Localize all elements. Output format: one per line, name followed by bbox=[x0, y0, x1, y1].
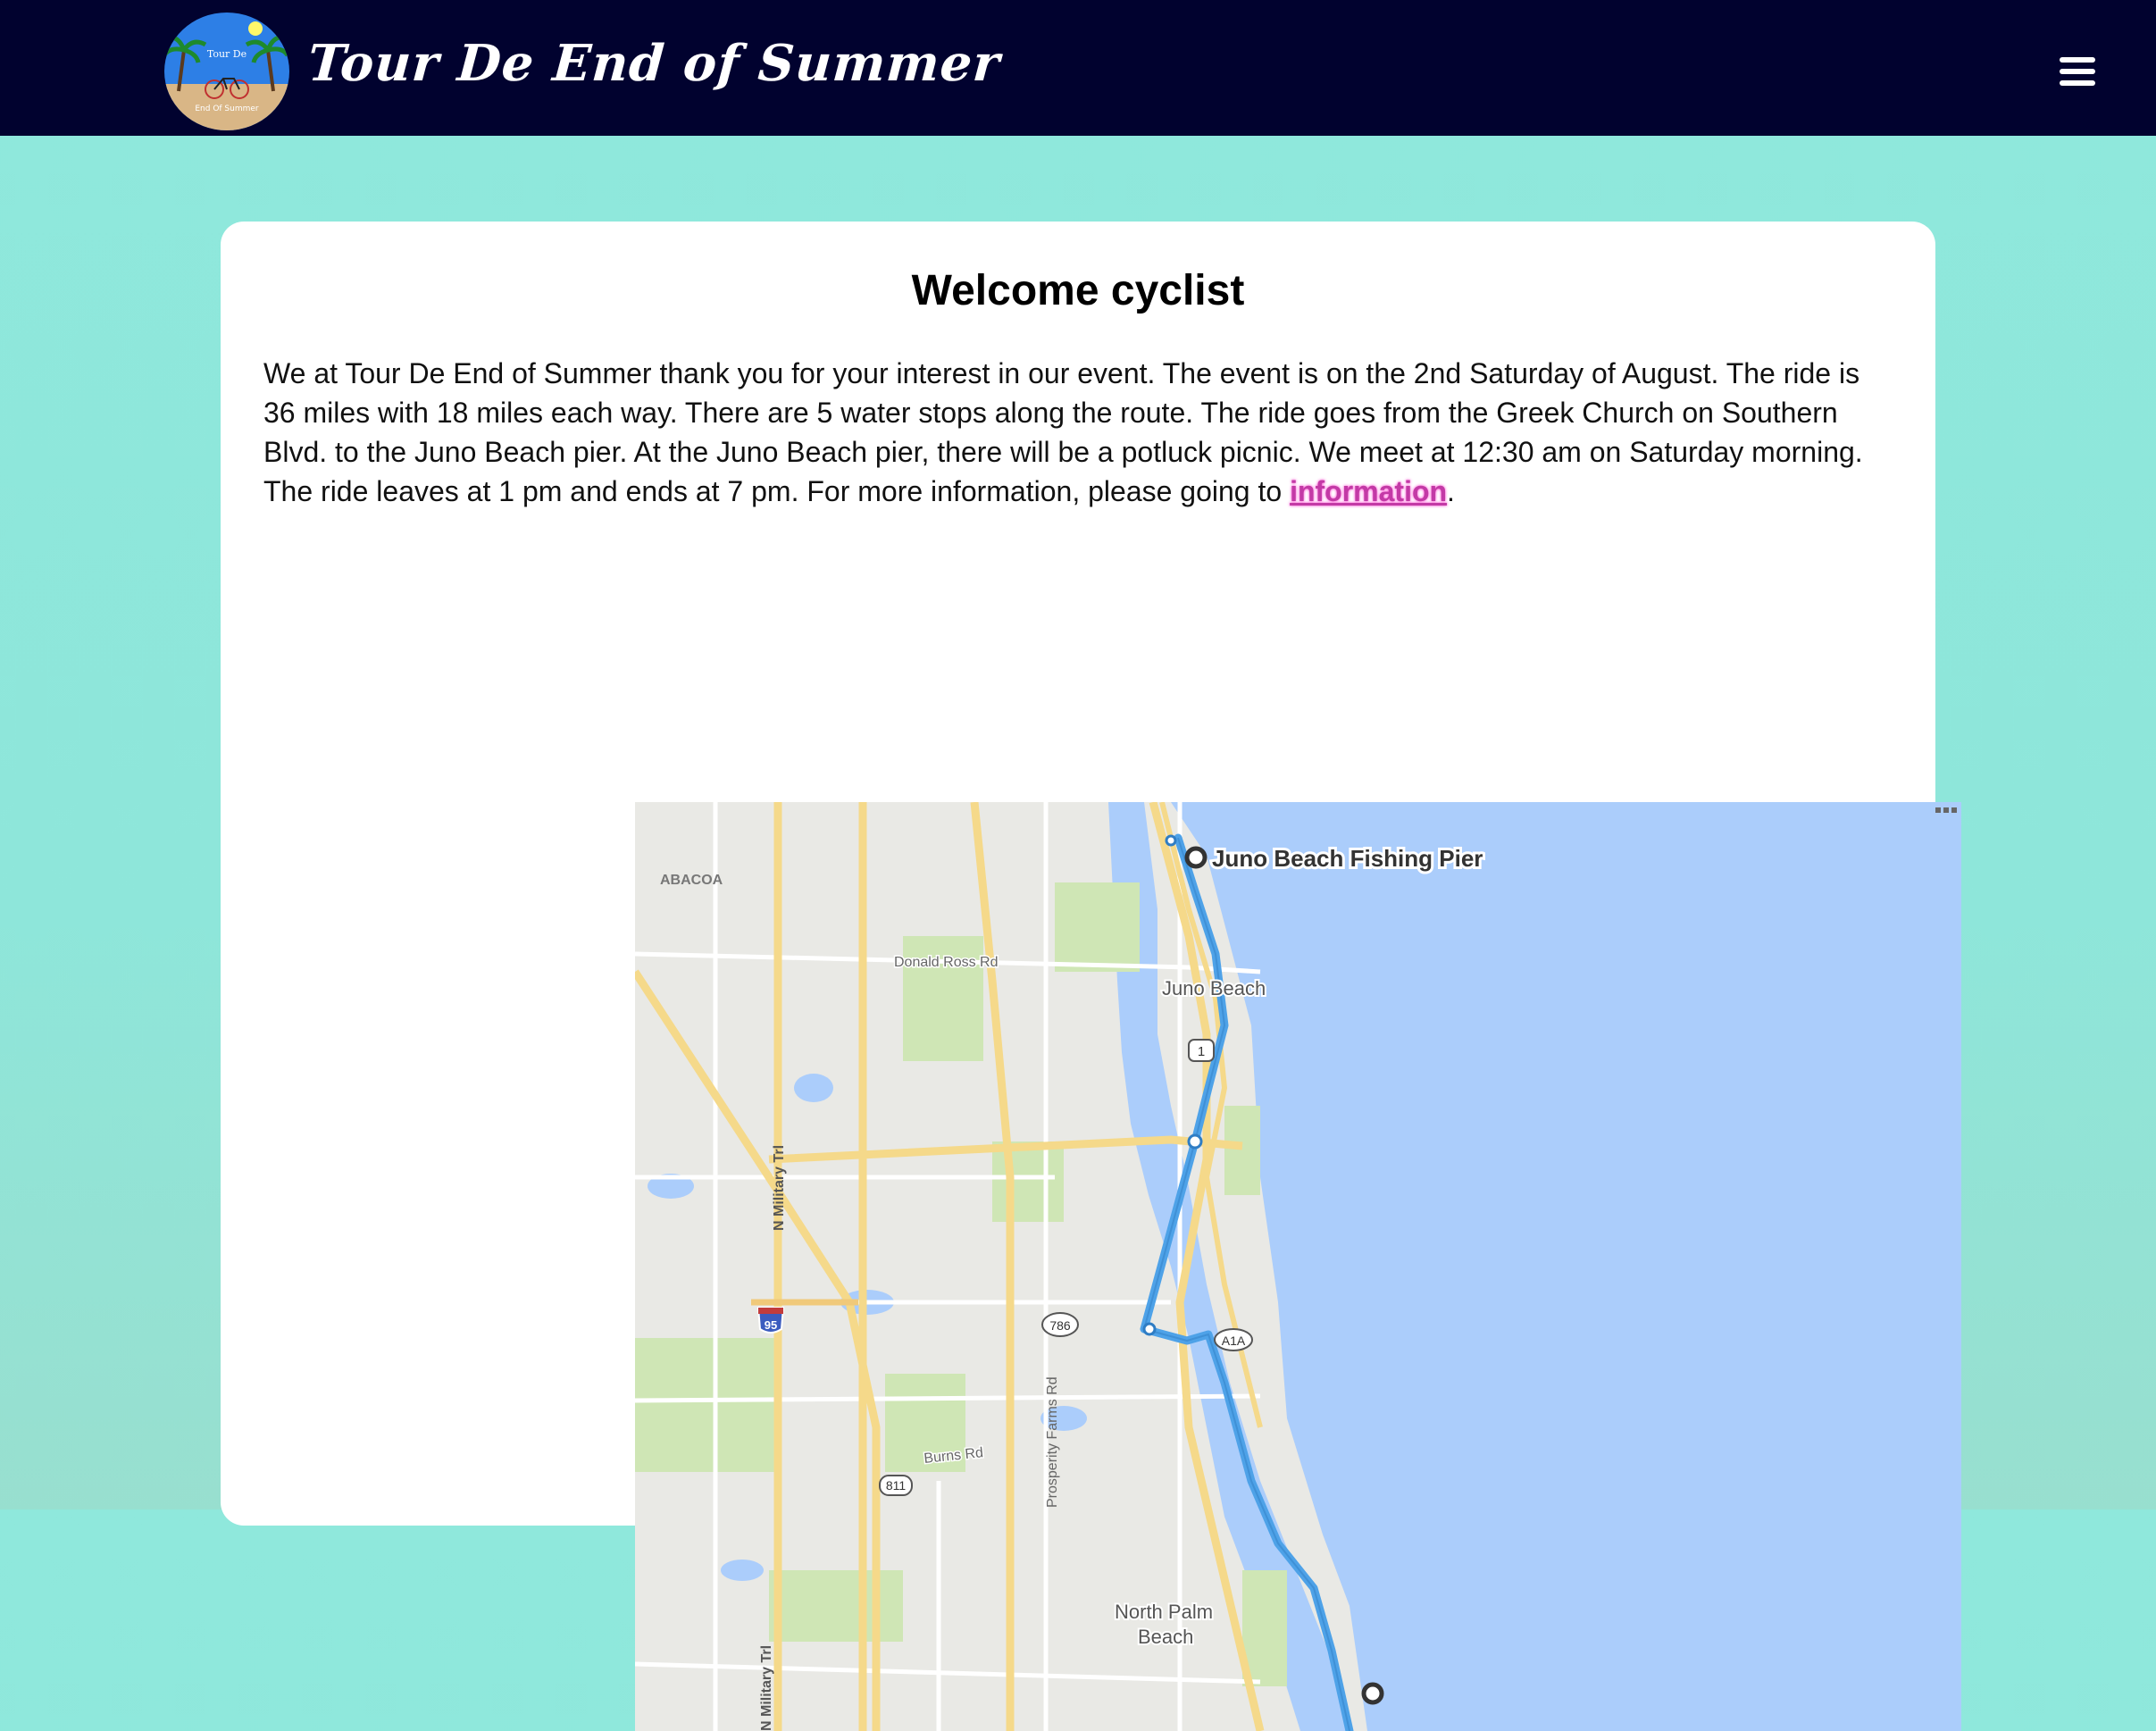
content-card: Welcome cyclist We at Tour De End of Sum… bbox=[221, 222, 1961, 1731]
waypoint-marker bbox=[1142, 1322, 1157, 1336]
svg-text:A1A: A1A bbox=[1222, 1334, 1246, 1348]
road-label-n-military: N Military Trl bbox=[759, 1645, 774, 1731]
site-logo[interactable]: Tour De End Of Summer bbox=[163, 11, 291, 132]
sr786-shield: 786 bbox=[1041, 1312, 1079, 1337]
route-map[interactable]: Juno Beach Fishing Pier ABACOA Juno Beac… bbox=[635, 802, 1961, 1731]
park bbox=[635, 1338, 778, 1472]
destination-marker bbox=[1184, 846, 1208, 869]
svg-text:Tour De: Tour De bbox=[207, 48, 247, 60]
road-label-prosperity-farms: Prosperity Farms Rd bbox=[1045, 1376, 1060, 1508]
a1a-shield: A1A bbox=[1214, 1328, 1253, 1351]
origin-marker bbox=[1361, 1682, 1384, 1705]
route-map-canvas[interactable]: Juno Beach Fishing Pier ABACOA Juno Beac… bbox=[635, 802, 1961, 1731]
road-label-n-military: N Military Trl bbox=[772, 1145, 787, 1231]
map-options-icon[interactable] bbox=[1935, 807, 1957, 813]
us1-shield: 1 bbox=[1188, 1039, 1215, 1062]
svg-text:End Of Summer: End Of Summer bbox=[195, 105, 259, 113]
information-link[interactable]: information bbox=[1290, 475, 1447, 507]
waypoint-marker bbox=[1165, 834, 1177, 847]
page-title: Welcome cyclist bbox=[911, 267, 1245, 314]
site-title[interactable]: Tour De End of Summer bbox=[306, 34, 1002, 93]
svg-text:786: 786 bbox=[1049, 1318, 1071, 1333]
top-navigation-bar: Tour De End Of Summer Tour De End of Sum… bbox=[0, 0, 2156, 136]
intro-paragraph: We at Tour De End of Summer thank you fo… bbox=[263, 354, 1898, 511]
park bbox=[769, 1570, 903, 1642]
place-label-abacoa: ABACOA bbox=[660, 873, 723, 888]
lake bbox=[794, 1074, 833, 1102]
cr811-shield: 811 bbox=[879, 1475, 913, 1496]
destination-label: Juno Beach Fishing Pier bbox=[1212, 845, 1483, 872]
place-label-north-palm-beach: North Palm bbox=[1115, 1601, 1213, 1623]
place-label-juno-beach: Juno Beach bbox=[1162, 977, 1266, 999]
park bbox=[1055, 882, 1140, 972]
i95-shield: 95 bbox=[756, 1307, 785, 1334]
lake bbox=[721, 1560, 764, 1581]
svg-text:811: 811 bbox=[886, 1478, 907, 1493]
park bbox=[1224, 1106, 1260, 1195]
svg-text:95: 95 bbox=[765, 1318, 777, 1332]
svg-text:1: 1 bbox=[1198, 1044, 1205, 1059]
road-label-donald-ross: Donald Ross Rd bbox=[894, 955, 999, 970]
park bbox=[992, 1141, 1064, 1222]
intro-end: . bbox=[1447, 475, 1455, 507]
hamburger-menu-icon[interactable] bbox=[2060, 57, 2095, 86]
waypoint-marker bbox=[1187, 1133, 1203, 1150]
intro-text: We at Tour De End of Summer thank you fo… bbox=[263, 357, 1863, 507]
place-label-north-palm-beach: Beach bbox=[1138, 1626, 1193, 1648]
